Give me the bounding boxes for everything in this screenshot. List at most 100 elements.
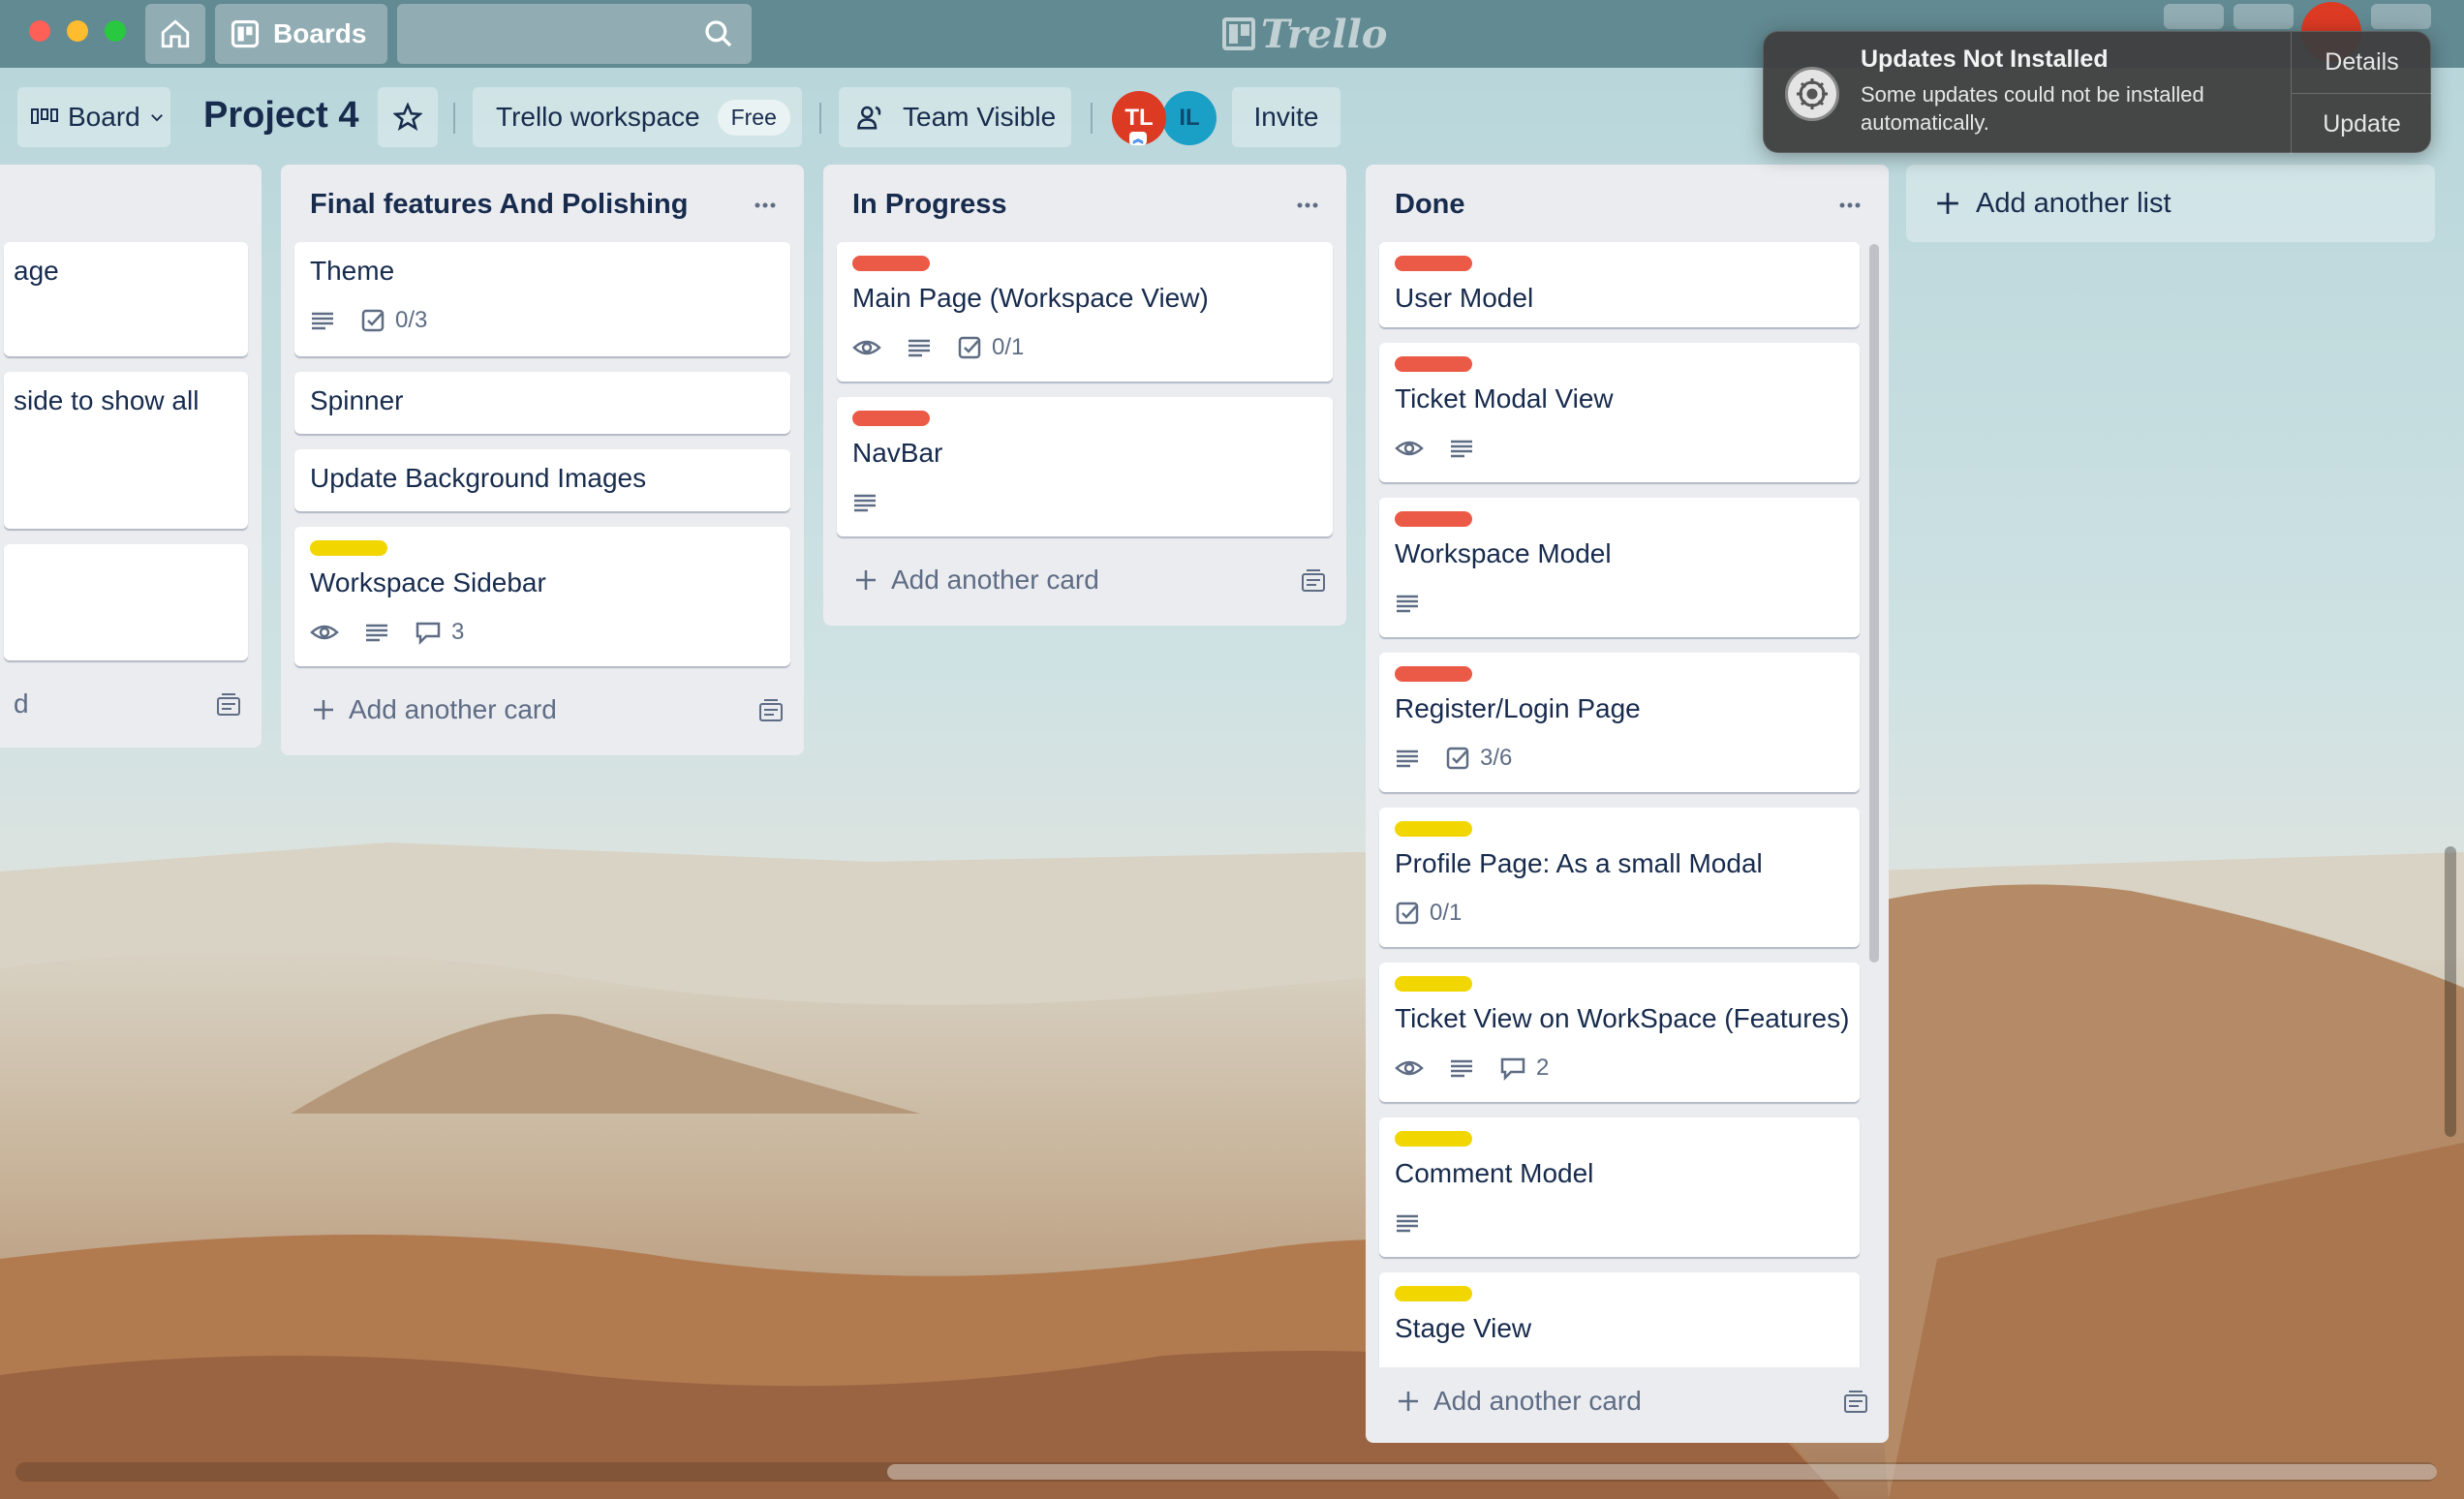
card-label-yellow <box>1395 1286 1472 1301</box>
home-button[interactable] <box>145 4 205 64</box>
card[interactable]: Main Page (Workspace View) 0/1 <box>837 242 1333 382</box>
add-list-button[interactable]: Add another list <box>1906 165 2435 242</box>
window-zoom-button[interactable] <box>105 20 126 42</box>
card[interactable]: Spinner <box>294 372 790 434</box>
card-title: Workspace Model <box>1395 538 1612 568</box>
workspace-button[interactable]: Trello workspace Free <box>473 87 802 147</box>
trello-logo: Trello <box>1222 8 1387 60</box>
window-vertical-scrollbar[interactable] <box>2445 846 2456 1137</box>
add-card-button[interactable]: Add another card <box>294 682 790 738</box>
member-avatar[interactable]: IL <box>1162 91 1217 145</box>
add-card-button[interactable]: d <box>4 676 248 732</box>
card-label-yellow <box>1395 821 1472 837</box>
description-icon <box>366 624 387 642</box>
member-avatar[interactable]: TL ︽ <box>1112 91 1166 145</box>
star-icon <box>393 103 422 132</box>
card-badges <box>852 488 878 517</box>
card-template-icon[interactable] <box>757 699 785 724</box>
plus-icon <box>1399 1392 1418 1411</box>
card-template-icon[interactable] <box>1300 569 1327 595</box>
add-card-button[interactable]: Add another card <box>837 552 1333 608</box>
card[interactable]: Ticket Modal View <box>1379 343 1860 482</box>
home-icon <box>161 19 190 48</box>
member-initials: IL <box>1179 105 1200 131</box>
checklist-icon <box>958 336 981 359</box>
checklist-badge: 3/6 <box>1445 745 1512 772</box>
description-icon <box>854 494 876 512</box>
card-label-red <box>852 411 930 426</box>
trello-logo-icon <box>1222 17 1255 50</box>
list-header[interactable]: Done <box>1366 165 1889 244</box>
card[interactable]: age <box>4 242 248 356</box>
card[interactable]: Workspace Sidebar 3 <box>294 527 790 666</box>
card-badges <box>1395 1363 1420 1367</box>
card-title: Ticket Modal View <box>1395 383 1614 413</box>
card[interactable]: NavBar <box>837 397 1333 536</box>
workspace-plan-badge: Free <box>717 99 790 136</box>
list-header[interactable]: Final features And Polishing <box>281 165 804 244</box>
settings-button[interactable] <box>2371 4 2431 29</box>
notifications-button[interactable] <box>2233 4 2294 29</box>
notification-actions: Details Update <box>2291 32 2432 154</box>
card[interactable]: User Model <box>1379 242 1860 327</box>
add-card-button[interactable]: Add another card <box>1379 1373 1875 1429</box>
window-minimize-button[interactable] <box>67 20 88 42</box>
card-template-icon[interactable] <box>1842 1391 1869 1416</box>
description-icon <box>1395 1366 1420 1367</box>
card[interactable]: Profile Page: As a small Modal 0/1 <box>1379 808 1860 947</box>
notification-title: Updates Not Installed <box>1861 46 2109 73</box>
checklist-count: 0/1 <box>992 334 1025 360</box>
comments-badge: 3 <box>415 619 464 646</box>
header-divider <box>453 103 455 134</box>
list-in-progress: In Progress Main Page (Workspace View) 0… <box>823 165 1346 626</box>
create-button[interactable] <box>2164 4 2224 29</box>
card[interactable]: Theme 0/3 <box>294 242 790 356</box>
more-icon[interactable] <box>1288 186 1327 225</box>
checklist-icon <box>361 309 385 332</box>
system-preferences-gear-icon <box>1785 67 1839 121</box>
description-icon <box>909 339 930 357</box>
card[interactable]: Register/Login Page 3/6 <box>1379 653 1860 792</box>
description-icon <box>312 312 333 330</box>
chevron-down-icon <box>150 114 163 122</box>
card-title: Comment Model <box>1395 1158 1594 1188</box>
search-input[interactable] <box>397 4 752 64</box>
star-board-button[interactable] <box>378 87 438 147</box>
watch-eye-icon <box>1395 1060 1424 1076</box>
card[interactable]: Workspace Model <box>1379 498 1860 637</box>
card[interactable]: side to show all <box>4 372 248 529</box>
card[interactable]: Comment Model <box>1379 1117 1860 1257</box>
card-template-icon[interactable] <box>215 693 242 719</box>
list-scrollbar[interactable] <box>1869 244 1879 963</box>
add-card-label: d <box>14 688 29 719</box>
card[interactable]: Stage View <box>1379 1272 1860 1367</box>
details-button[interactable]: Details <box>2292 32 2432 93</box>
card-title: Profile Page: As a small Modal <box>1395 848 1763 878</box>
invite-button[interactable]: Invite <box>1232 87 1340 147</box>
window-close-button[interactable] <box>29 20 50 42</box>
card-title: Spinner <box>310 385 404 415</box>
board-view-switcher[interactable]: Board <box>17 87 170 147</box>
card[interactable]: Update Background Images <box>294 449 790 511</box>
list-header[interactable]: In Progress <box>823 165 1346 244</box>
card-title: Register/Login Page <box>1395 693 1641 723</box>
card[interactable] <box>4 544 248 660</box>
card-title: Update Background Images <box>310 463 647 493</box>
list-title: In Progress <box>852 188 1007 220</box>
add-card-label: Add another card <box>891 565 1099 595</box>
board-title[interactable]: Project 4 <box>203 95 359 137</box>
more-icon[interactable] <box>746 186 785 225</box>
card-title: NavBar <box>852 438 943 468</box>
board-horizontal-scrollbar[interactable] <box>15 1462 2437 1482</box>
update-button[interactable]: Update <box>2292 93 2432 154</box>
more-icon[interactable] <box>1831 186 1869 225</box>
comments-count: 3 <box>451 619 465 645</box>
description-icon <box>1397 595 1418 613</box>
card-badges: 3/6 <box>1395 744 1512 773</box>
list-cards-scroll-area[interactable]: User Model Ticket Modal View Workspace M… <box>1366 242 1889 1367</box>
visibility-button[interactable]: Team Visible <box>839 87 1071 147</box>
card[interactable]: Ticket View on WorkSpace (Features) 2 <box>1379 963 1860 1102</box>
checklist-icon <box>1446 747 1469 770</box>
scrollbar-thumb[interactable] <box>887 1464 2437 1480</box>
boards-button[interactable]: Boards <box>215 4 387 64</box>
